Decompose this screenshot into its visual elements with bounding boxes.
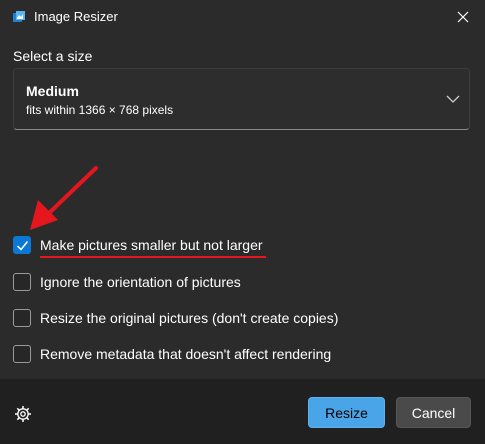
chevron-down-icon bbox=[446, 95, 460, 103]
size-section-label: Select a size bbox=[13, 48, 93, 64]
selected-size-name: Medium bbox=[26, 83, 79, 99]
smaller-not-larger-checkbox[interactable] bbox=[13, 236, 31, 254]
window-title: Image Resizer bbox=[34, 9, 118, 24]
close-button[interactable] bbox=[449, 4, 477, 30]
ignore-orientation-checkbox[interactable] bbox=[13, 273, 31, 291]
footer-bar: Resize Cancel bbox=[0, 379, 485, 444]
close-icon bbox=[457, 11, 469, 23]
option-label: Remove metadata that doesn't affect rend… bbox=[40, 346, 332, 362]
size-dropdown[interactable]: Medium fits within 1366 × 768 pixels bbox=[13, 68, 470, 130]
red-arrow-icon bbox=[30, 166, 98, 230]
title-bar: Image Resizer bbox=[0, 0, 485, 36]
option-resize-original[interactable]: Resize the original pictures (don't crea… bbox=[13, 307, 338, 329]
annotation-underline bbox=[40, 256, 266, 258]
option-ignore-orientation[interactable]: Ignore the orientation of pictures bbox=[13, 271, 241, 293]
option-remove-metadata[interactable]: Remove metadata that doesn't affect rend… bbox=[13, 343, 331, 365]
option-label: Ignore the orientation of pictures bbox=[40, 274, 241, 290]
image-resizer-app-icon bbox=[13, 11, 25, 22]
option-label: Make pictures smaller but not larger bbox=[40, 237, 263, 253]
cancel-button[interactable]: Cancel bbox=[396, 397, 471, 428]
selected-size-description: fits within 1366 × 768 pixels bbox=[26, 103, 174, 117]
remove-metadata-checkbox[interactable] bbox=[13, 345, 31, 363]
option-label: Resize the original pictures (don't crea… bbox=[40, 310, 339, 326]
resize-button[interactable]: Resize bbox=[308, 397, 385, 428]
option-smaller-not-larger[interactable]: Make pictures smaller but not larger bbox=[13, 234, 263, 256]
image-resizer-window: Image Resizer Select a size Medium fits … bbox=[0, 0, 485, 444]
gear-icon[interactable] bbox=[14, 405, 32, 423]
resize-original-checkbox[interactable] bbox=[13, 309, 31, 327]
checkmark-icon bbox=[16, 240, 28, 251]
